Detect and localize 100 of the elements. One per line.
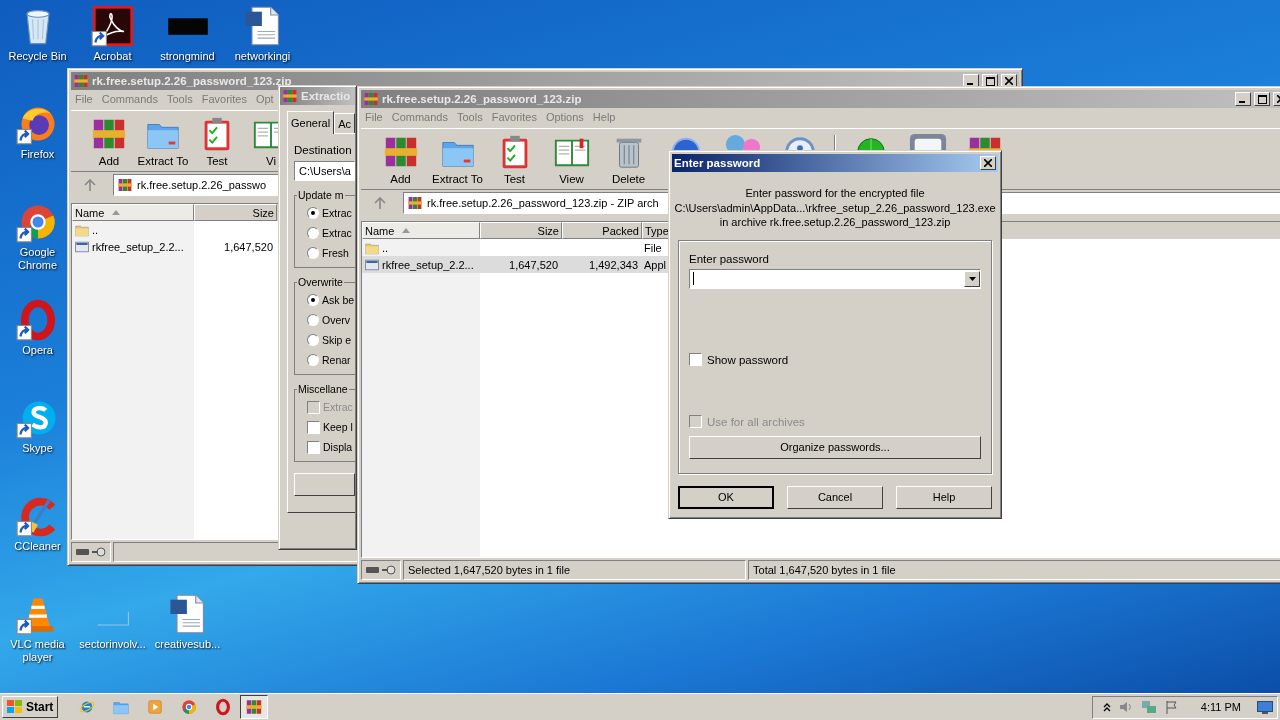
message-line: C:\Users\admin\AppData...\rkfree_setup_2.26_password_123.exe (674, 200, 996, 215)
option-label: Overv (322, 314, 350, 326)
close-icon (984, 159, 992, 167)
field-label: Destination (294, 144, 353, 156)
option-label: Extrac (323, 401, 353, 413)
table-cell: rkfree_setup_2.2... (92, 240, 184, 253)
radio-button[interactable] (307, 294, 319, 306)
start-button[interactable]: Start (2, 696, 59, 718)
tab[interactable]: General (287, 111, 335, 134)
checkbox[interactable] (307, 420, 320, 434)
dialog-button[interactable] (294, 473, 355, 496)
status-text: Total 1,647,520 bytes in 1 file (753, 564, 896, 576)
checkbox[interactable] (307, 440, 320, 454)
windows-flag-icon (7, 700, 23, 714)
field-label: Enter password (689, 252, 770, 265)
pdf-icon[interactable] (90, 4, 135, 48)
file-row[interactable]: .. File (362, 239, 669, 256)
dialog-button[interactable]: Help (896, 485, 992, 509)
archive-icon (407, 195, 423, 211)
option-label: Keep l (323, 421, 353, 433)
option-label: Fresh (322, 247, 349, 259)
icon-label: CCleaner (14, 540, 61, 553)
icon-label: creativesub... (154, 638, 221, 651)
window-title: rk.free.setup.2.26_password_123.zip (92, 75, 292, 87)
toolbar-button[interactable]: Test (486, 133, 543, 185)
icon-label: Google Chrome (16, 246, 59, 272)
table-cell: rkfree_setup_2.2... (382, 258, 474, 271)
maximize-icon (985, 76, 995, 86)
icon-label: networkingi (234, 50, 291, 63)
radio-button[interactable] (307, 314, 319, 326)
radio-button[interactable] (307, 227, 319, 239)
close-icon (1005, 77, 1013, 85)
option-label: Skip e (322, 334, 352, 346)
toolbar-button[interactable]: Test (190, 115, 244, 167)
tab[interactable]: Ac (334, 113, 355, 133)
message-line: Enter password for the encrypted file (745, 186, 925, 201)
radio-button[interactable] (307, 334, 319, 346)
flag-icon[interactable] (1164, 700, 1179, 714)
close-button[interactable] (980, 156, 996, 170)
icon-label: Firefox (20, 148, 55, 161)
icon-label: Acrobat (93, 50, 132, 63)
destination-field[interactable]: C:\Users\a (294, 161, 355, 181)
radio-button[interactable] (307, 207, 319, 219)
message-line: in archive rk.free.setup.2.26_password_123.zip (719, 215, 951, 230)
table-cell: .. (382, 241, 389, 254)
archive-icon (117, 177, 133, 193)
icon-label: VLC media player (9, 638, 66, 664)
show-desktop-icon[interactable] (1257, 700, 1273, 714)
option-label: Use for all archives (707, 415, 805, 428)
toolbar-button[interactable]: Delete (600, 133, 657, 185)
minimize-button[interactable] (1235, 92, 1251, 106)
table-cell: Appl (644, 258, 667, 271)
checkbox[interactable] (689, 353, 702, 366)
text-cursor (693, 272, 694, 285)
table-cell: File (644, 241, 662, 254)
caret-icon (968, 276, 976, 281)
up-arrow-icon (374, 197, 386, 209)
column-header[interactable]: Size (480, 222, 562, 239)
option-label: Ask be (322, 294, 355, 306)
table-cell: 1,647,520 (224, 240, 273, 253)
task-button[interactable] (240, 695, 269, 719)
radio-button[interactable] (307, 354, 319, 366)
window-title: rk.free.setup.2.26_password_123.zip (382, 93, 582, 105)
dropdown-button[interactable] (964, 270, 980, 287)
icon-label: Opera (22, 344, 53, 357)
file-row[interactable]: rkfree_setup_2.2... 1,647,520 1,492,343 Appl (362, 256, 669, 273)
up-arrow-icon (84, 179, 96, 191)
dialog-button[interactable]: Cancel (787, 485, 883, 509)
clock[interactable]: 4:11 PM (1200, 701, 1241, 713)
toolbar-button[interactable]: Add (372, 133, 429, 185)
column-header[interactable]: Name (72, 204, 194, 221)
archive-icon (282, 88, 298, 104)
archive-icon (73, 73, 89, 89)
column-header[interactable]: Packed (562, 222, 642, 239)
archive-icon (363, 91, 379, 107)
file-row[interactable]: rkfree_setup_2.2... 1,647,520 (72, 238, 277, 255)
toolbar-button[interactable]: Extract To (136, 115, 190, 167)
column-header[interactable]: Name (362, 222, 480, 239)
maximize-button[interactable] (1254, 92, 1270, 106)
table-cell: 1,647,520 (509, 258, 558, 271)
sort-arrow-icon (112, 210, 121, 215)
dialog-button[interactable]: Organize passwords... (689, 435, 981, 459)
archive-icon (245, 698, 264, 716)
column-header[interactable]: Size (194, 204, 277, 221)
dialog-button[interactable]: OK (678, 485, 774, 509)
group-title: Update m (297, 189, 345, 201)
sort-arrow-icon (402, 228, 411, 233)
column-header[interactable]: Type (642, 222, 669, 239)
radio-button[interactable] (307, 247, 319, 259)
status-text: Selected 1,647,520 bytes in 1 file (408, 564, 571, 576)
password-field[interactable] (689, 268, 981, 289)
file-row[interactable]: .. (72, 221, 194, 238)
chevron-up-icon[interactable] (1102, 702, 1111, 712)
toolbar-button[interactable]: Add (82, 115, 136, 167)
table-cell: .. (92, 223, 99, 236)
toolbar-button[interactable]: Extract To (429, 133, 486, 185)
speaker-icon[interactable] (1118, 700, 1133, 714)
maximize-icon (1257, 94, 1267, 104)
option-label: Renar (322, 354, 351, 366)
toolbar-button[interactable]: View (543, 133, 600, 185)
